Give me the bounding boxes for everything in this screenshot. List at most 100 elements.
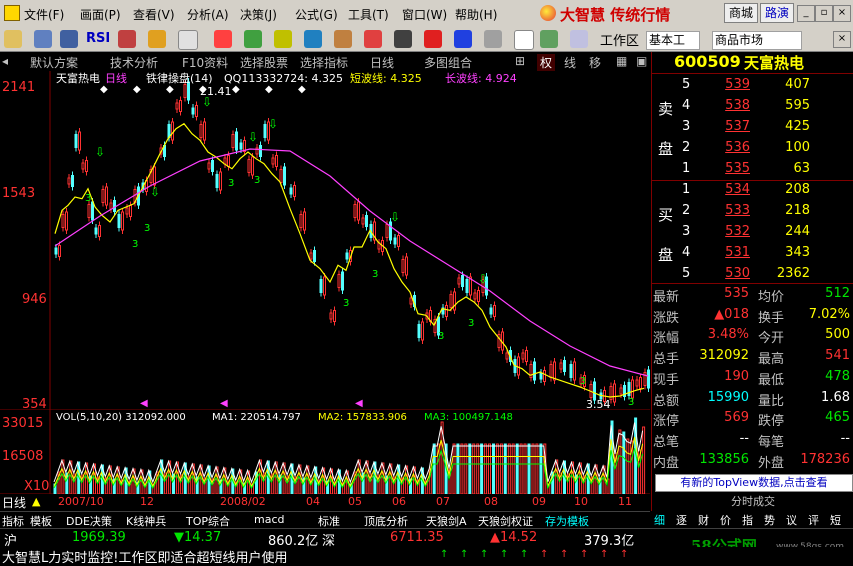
roadshow-button[interactable]: 路演 xyxy=(760,3,794,23)
period-up-icon[interactable]: ▲ xyxy=(32,495,40,508)
help-icon[interactable] xyxy=(570,30,588,48)
candle xyxy=(461,275,464,287)
candle xyxy=(533,361,536,381)
quote-tab[interactable]: 价 xyxy=(720,512,731,528)
menu-file[interactable]: 文件(F) xyxy=(24,6,64,23)
rsi-button[interactable]: RSI xyxy=(86,31,110,46)
btab-template[interactable]: 模板 xyxy=(30,513,52,529)
bars-icon[interactable] xyxy=(244,30,262,48)
quote-tab[interactable]: 议 xyxy=(786,512,797,528)
tab-rights[interactable]: 权 xyxy=(537,54,556,71)
back-icon[interactable] xyxy=(4,30,22,48)
btab-top[interactable]: TOP综合 xyxy=(186,513,230,529)
stat-value: 465 xyxy=(825,410,850,426)
grid-icon[interactable] xyxy=(34,30,52,48)
period-button[interactable]: 日线 xyxy=(2,494,26,511)
menu-decision[interactable]: 决策(J) xyxy=(240,6,277,23)
tab-tech-analysis[interactable]: 技术分析 xyxy=(110,54,158,71)
maximize-icon[interactable]: ▫ xyxy=(815,5,833,22)
brand-logo: 大智慧 传统行情 xyxy=(540,3,720,24)
topview-notice[interactable]: 有新的TopView数据,点击查看 xyxy=(655,474,853,492)
flag-marker-icon: ◆ xyxy=(298,84,306,95)
basic-select[interactable]: 基本工 xyxy=(646,31,700,50)
menu-help[interactable]: 帮助(H) xyxy=(455,6,497,23)
workspace-button[interactable]: 工作区 xyxy=(600,30,639,49)
flow-arrow-icon: ↑ xyxy=(540,549,549,560)
btab-topbottom[interactable]: 顶底分析 xyxy=(364,513,408,529)
volume-bar xyxy=(503,443,507,495)
kline-chart[interactable]: ⇩⇩⇩⇩⇩⇩⇩3333 3333333◆ ◆ ◆ ◆ ◆ ◆ ◆◀ ◀ ◀ 2141 1543 9… xyxy=(0,71,650,411)
doc-icon[interactable] xyxy=(514,30,534,50)
candle xyxy=(465,279,469,293)
candle xyxy=(171,121,174,141)
volume-bar xyxy=(531,443,535,495)
tab-default-scheme[interactable]: 默认方案 xyxy=(30,54,78,71)
quote-tab[interactable]: 短 xyxy=(830,512,841,528)
tab-daily[interactable]: 日线 xyxy=(370,54,394,71)
chart-icon[interactable] xyxy=(118,30,136,48)
candle xyxy=(235,131,238,151)
buy-level: 1 xyxy=(682,182,691,197)
candle xyxy=(421,321,424,341)
quote-tab[interactable]: 势 xyxy=(764,512,775,528)
menu-screen[interactable]: 画面(P) xyxy=(80,6,121,23)
pen-icon[interactable] xyxy=(178,30,198,50)
tools-icon[interactable] xyxy=(334,30,352,48)
menu-tools[interactable]: 工具(T) xyxy=(348,6,389,23)
monitor-icon[interactable] xyxy=(484,30,502,48)
k-icon[interactable] xyxy=(394,30,412,48)
candle xyxy=(289,187,293,195)
minimize-icon[interactable]: _ xyxy=(797,5,815,22)
add-icon[interactable]: ⊞ xyxy=(515,54,525,68)
btab-tianlang-a[interactable]: 天狼剑A xyxy=(426,513,467,529)
btab-save-template[interactable]: 存为模板 xyxy=(545,513,589,529)
close-panel-icon[interactable]: × xyxy=(833,31,851,48)
blue-ball-icon[interactable] xyxy=(454,30,472,48)
book-icon[interactable] xyxy=(540,30,558,48)
menu-analysis[interactable]: 分析(A) xyxy=(187,6,229,23)
btab-kline[interactable]: K线神兵 xyxy=(126,513,166,529)
btab-dde[interactable]: DDE决策 xyxy=(66,513,112,529)
btab-macd[interactable]: macd xyxy=(254,513,285,526)
tab-prev-icon[interactable]: ◂ xyxy=(2,54,8,68)
tab-select-indicator[interactable]: 选择指标 xyxy=(300,54,348,71)
close-icon[interactable]: × xyxy=(833,5,851,22)
ticks-title[interactable]: 分时成交 xyxy=(652,493,853,511)
tab-multi-chart[interactable]: 多图组合 xyxy=(424,54,472,71)
btab-tianlang-warrant[interactable]: 天狼剑权证 xyxy=(478,513,533,529)
list-icon[interactable] xyxy=(60,30,78,48)
red-ball-icon[interactable] xyxy=(424,30,442,48)
menu-view[interactable]: 查看(V) xyxy=(133,6,175,23)
x-label-1: 12 xyxy=(140,495,154,508)
quote-tab[interactable]: 细 xyxy=(654,512,665,528)
tab-move[interactable]: 移 xyxy=(589,54,601,71)
candle xyxy=(85,160,88,172)
tab-line[interactable]: 线 xyxy=(564,54,576,71)
quote-tab[interactable]: 评 xyxy=(808,512,819,528)
candle xyxy=(323,276,326,296)
arrow-icon[interactable] xyxy=(148,30,166,48)
menu-formula[interactable]: 公式(G) xyxy=(295,6,338,23)
tab-select-stock[interactable]: 选择股票 xyxy=(240,54,288,71)
period-marker-icon: ◀ xyxy=(220,398,228,409)
menu-window[interactable]: 窗口(W) xyxy=(402,6,447,23)
quote-tab[interactable]: 指 xyxy=(742,512,753,528)
volume-chart[interactable]: VOL(5,10,20) 312092.000 MA1: 220514.797 … xyxy=(0,410,650,495)
divider xyxy=(652,180,853,181)
btab-indicator[interactable]: 指标 xyxy=(2,513,24,529)
grid-view-icon[interactable]: ▦ xyxy=(616,54,627,68)
binoculars-icon[interactable] xyxy=(304,30,322,48)
x-label-10: 11 xyxy=(618,495,632,508)
mall-button[interactable]: 商城 xyxy=(724,3,758,23)
tab-f10[interactable]: F10资料 xyxy=(182,54,228,71)
quote-tab[interactable]: 逐 xyxy=(676,512,687,528)
btab-standard[interactable]: 标准 xyxy=(318,513,340,529)
stats-icon[interactable] xyxy=(274,30,292,48)
market-select[interactable]: 商品市场 xyxy=(712,31,802,50)
square-icon[interactable]: ▣ xyxy=(636,54,647,68)
alert-icon[interactable] xyxy=(364,30,382,48)
flow-arrow-icon: ↑ xyxy=(620,549,629,560)
dollar-icon[interactable] xyxy=(214,30,232,48)
candle xyxy=(385,224,389,238)
quote-tab[interactable]: 财 xyxy=(698,512,709,528)
